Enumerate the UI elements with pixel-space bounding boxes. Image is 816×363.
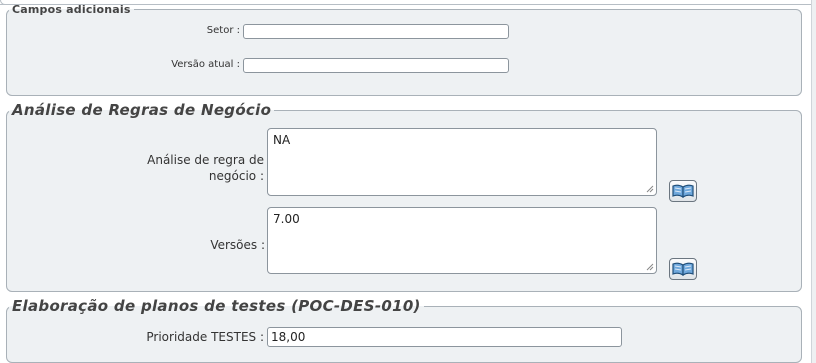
versoes-book-button[interactable] bbox=[669, 258, 697, 280]
versoes-value: 7.00 bbox=[273, 212, 300, 226]
versao-atual-label: Versão atual : bbox=[171, 59, 240, 70]
resize-grip-icon[interactable] bbox=[646, 185, 654, 193]
book-icon bbox=[672, 184, 694, 199]
analise-regra-label-line1: Análise de regra de bbox=[147, 153, 264, 167]
book-icon bbox=[672, 262, 694, 277]
analise-regra-value: NA bbox=[273, 133, 291, 147]
analise-regras-legend: Análise de Regras de Negócio bbox=[12, 101, 272, 119]
analise-regra-textarea[interactable]: NA bbox=[267, 128, 657, 196]
resize-grip-icon[interactable] bbox=[646, 263, 654, 271]
prioridade-testes-input[interactable] bbox=[267, 327, 622, 347]
versoes-label: Versões : bbox=[210, 238, 265, 252]
campos-adicionais-legend: Campos adicionais bbox=[12, 3, 131, 16]
setor-label: Setor : bbox=[206, 25, 240, 36]
prioridade-testes-label: Prioridade TESTES : bbox=[146, 330, 264, 344]
elaboracao-planos-legend: Elaboração de planos de testes (POC-DES-… bbox=[12, 297, 421, 315]
setor-input[interactable] bbox=[243, 24, 509, 39]
analise-regra-book-button[interactable] bbox=[669, 180, 697, 202]
versoes-textarea[interactable]: 7.00 bbox=[267, 207, 657, 274]
scrollbar-track[interactable] bbox=[811, 0, 816, 363]
campos-adicionais-section: Campos adicionais bbox=[6, 3, 802, 96]
analise-regra-label: Análise de regra de negócio : bbox=[100, 152, 264, 184]
analise-regra-label-line2: negócio : bbox=[208, 169, 264, 183]
versao-atual-input[interactable] bbox=[243, 58, 509, 73]
